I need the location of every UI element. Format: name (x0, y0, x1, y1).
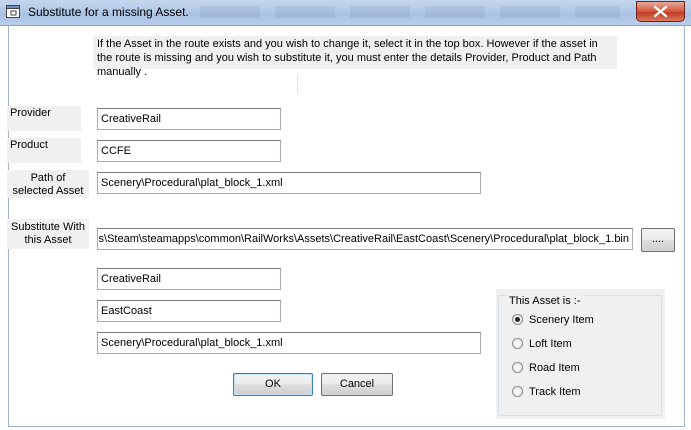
radio-road-item-indicator[interactable] (512, 362, 523, 373)
divider (297, 74, 298, 94)
asset-type-legend: This Asset is :- (507, 295, 583, 307)
sub-product-field[interactable]: EastCoast (97, 300, 281, 322)
radio-loft-item-label[interactable]: Loft Item (529, 336, 572, 352)
product-field[interactable]: CCFE (97, 140, 281, 162)
app-icon[interactable] (6, 5, 20, 18)
close-icon (653, 5, 668, 18)
background-window-ghost (200, 6, 620, 18)
provider-field[interactable]: CreativeRail (97, 108, 281, 130)
cancel-button[interactable]: Cancel (321, 373, 393, 396)
ok-button[interactable]: OK (233, 373, 313, 396)
provider-label: Provider (7, 106, 81, 131)
radio-track-item-indicator[interactable] (512, 386, 523, 397)
radio-scenery-item-indicator[interactable] (512, 314, 523, 325)
substitute-label: Substitute With this Asset (7, 219, 89, 249)
path-selected-label: Path of selected Asset (7, 170, 89, 198)
radio-track-item-label[interactable]: Track Item (529, 384, 581, 400)
substitute-path-field[interactable]: es\Steam\steamapps\common\RailWorks\Asse… (97, 228, 633, 250)
substitute-path-text: es\Steam\steamapps\common\RailWorks\Asse… (97, 233, 629, 245)
asset-type-group: This Asset is :- Scenery Item Loft Item … (496, 289, 665, 419)
product-label: Product (7, 138, 81, 163)
window-title: Substitute for a missing Asset. (28, 5, 189, 19)
title-bar[interactable]: Substitute for a missing Asset. (0, 0, 691, 26)
path-selected-field[interactable]: Scenery\Procedural\plat_block_1.xml (97, 172, 481, 194)
radio-loft-item-indicator[interactable] (512, 338, 523, 349)
radio-scenery-item-label[interactable]: Scenery Item (529, 312, 594, 328)
close-button[interactable] (636, 1, 685, 22)
browse-button[interactable]: .... (641, 228, 675, 252)
sub-provider-field[interactable]: CreativeRail (97, 268, 281, 290)
info-text: If the Asset in the route exists and you… (93, 36, 617, 78)
radio-road-item-label[interactable]: Road Item (529, 360, 580, 376)
sub-path-field[interactable]: Scenery\Procedural\plat_block_1.xml (97, 332, 481, 354)
